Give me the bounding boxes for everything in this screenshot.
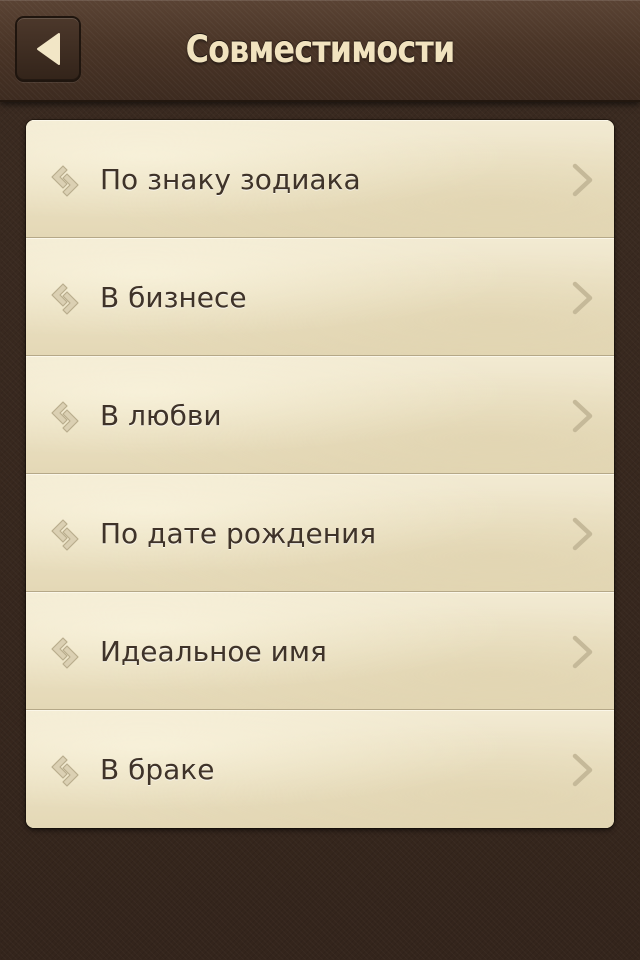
- back-button[interactable]: [15, 16, 81, 82]
- chevron-right-icon: [572, 517, 593, 551]
- menu-item-label: По дате рождения: [100, 517, 377, 550]
- chevron-right-icon: [572, 753, 593, 787]
- compatibility-arrows-icon: [51, 283, 79, 315]
- chevron-right-icon: [572, 163, 593, 197]
- menu-item-birth-date[interactable]: По дате рождения: [26, 474, 614, 592]
- menu-item-label: По знаку зодиака: [100, 163, 361, 196]
- menu-item-label: В бизнесе: [100, 281, 247, 314]
- compatibility-arrows-icon: [51, 755, 79, 787]
- chevron-right-icon: [572, 281, 593, 315]
- chevron-right-icon: [572, 399, 593, 433]
- menu-item-love[interactable]: В любви: [26, 356, 614, 474]
- page-title: Совместимости: [185, 28, 456, 71]
- menu-item-ideal-name[interactable]: Идеальное имя: [26, 592, 614, 710]
- menu-item-label: В браке: [100, 753, 215, 786]
- navigation-bar: Совместимости: [0, 0, 640, 102]
- back-arrow-icon: [37, 33, 60, 65]
- menu-item-zodiac-sign[interactable]: По знаку зодиака: [26, 120, 614, 238]
- compatibility-menu-list: По знаку зодиака В бизнесе В любви По да…: [26, 120, 614, 828]
- chevron-right-icon: [572, 635, 593, 669]
- menu-item-business[interactable]: В бизнесе: [26, 238, 614, 356]
- menu-item-label: Идеальное имя: [100, 635, 327, 668]
- compatibility-arrows-icon: [51, 637, 79, 669]
- menu-item-marriage[interactable]: В браке: [26, 710, 614, 828]
- compatibility-arrows-icon: [51, 519, 79, 551]
- compatibility-arrows-icon: [51, 401, 79, 433]
- compatibility-arrows-icon: [51, 165, 79, 197]
- menu-item-label: В любви: [100, 399, 222, 432]
